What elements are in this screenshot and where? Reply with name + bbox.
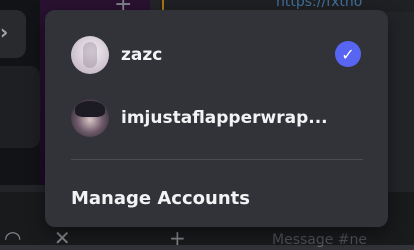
- checkmark-icon: ✓: [335, 41, 361, 67]
- account-name: zazc: [121, 45, 163, 65]
- divider: [71, 159, 363, 160]
- avatar: [71, 99, 109, 137]
- manage-accounts-button[interactable]: Manage Accounts: [71, 188, 250, 209]
- account-item-imjustaflapperwrap[interactable]: imjustaflapperwrap...: [71, 98, 371, 138]
- account-name: imjustaflapperwrap...: [121, 108, 328, 128]
- account-switcher-menu: zazc ✓ imjustaflapperwrap... Manage Acco…: [45, 10, 388, 227]
- account-item-zazc[interactable]: zazc: [71, 35, 371, 75]
- avatar: [71, 36, 109, 74]
